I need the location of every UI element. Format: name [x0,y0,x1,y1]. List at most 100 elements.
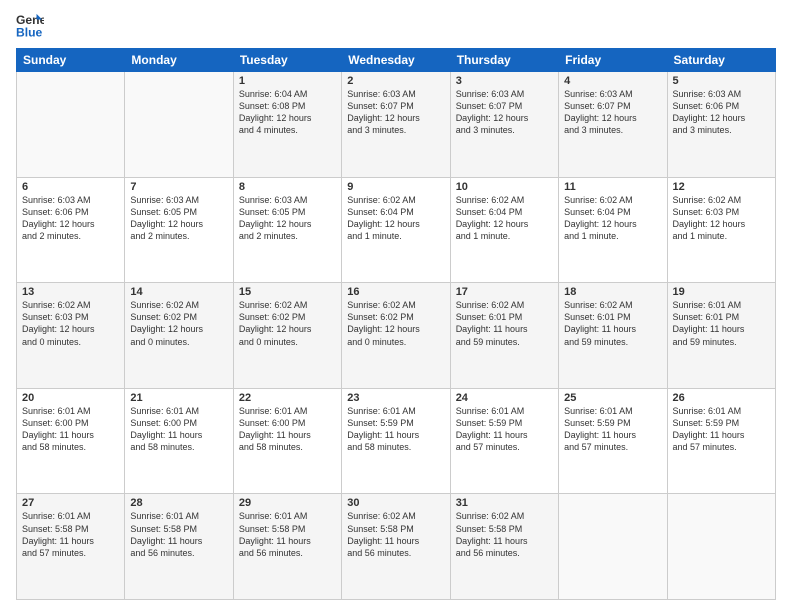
day-number: 23 [347,392,444,404]
weekday-header-sunday: Sunday [17,49,125,72]
day-number: 31 [456,497,553,509]
day-info: Sunrise: 6:01 AM Sunset: 6:00 PM Dayligh… [130,405,227,454]
day-number: 21 [130,392,227,404]
day-number: 22 [239,392,336,404]
day-number: 24 [456,392,553,404]
calendar-cell: 2Sunrise: 6:03 AM Sunset: 6:07 PM Daylig… [342,72,450,178]
day-number: 18 [564,286,661,298]
calendar-cell: 8Sunrise: 6:03 AM Sunset: 6:05 PM Daylig… [233,177,341,283]
day-number: 17 [456,286,553,298]
calendar-cell: 3Sunrise: 6:03 AM Sunset: 6:07 PM Daylig… [450,72,558,178]
calendar-week-1: 1Sunrise: 6:04 AM Sunset: 6:08 PM Daylig… [17,72,776,178]
day-info: Sunrise: 6:01 AM Sunset: 5:59 PM Dayligh… [673,405,770,454]
calendar-cell: 29Sunrise: 6:01 AM Sunset: 5:58 PM Dayli… [233,494,341,600]
day-number: 2 [347,75,444,87]
day-info: Sunrise: 6:03 AM Sunset: 6:05 PM Dayligh… [130,194,227,243]
calendar-cell [559,494,667,600]
day-number: 8 [239,181,336,193]
calendar-cell: 12Sunrise: 6:02 AM Sunset: 6:03 PM Dayli… [667,177,775,283]
calendar-cell: 22Sunrise: 6:01 AM Sunset: 6:00 PM Dayli… [233,388,341,494]
day-info: Sunrise: 6:02 AM Sunset: 6:02 PM Dayligh… [239,299,336,348]
day-info: Sunrise: 6:01 AM Sunset: 5:59 PM Dayligh… [347,405,444,454]
day-info: Sunrise: 6:02 AM Sunset: 6:04 PM Dayligh… [564,194,661,243]
calendar-body: 1Sunrise: 6:04 AM Sunset: 6:08 PM Daylig… [17,72,776,600]
calendar-cell: 13Sunrise: 6:02 AM Sunset: 6:03 PM Dayli… [17,283,125,389]
calendar-cell: 21Sunrise: 6:01 AM Sunset: 6:00 PM Dayli… [125,388,233,494]
calendar-cell: 25Sunrise: 6:01 AM Sunset: 5:59 PM Dayli… [559,388,667,494]
calendar-week-4: 20Sunrise: 6:01 AM Sunset: 6:00 PM Dayli… [17,388,776,494]
day-info: Sunrise: 6:01 AM Sunset: 6:00 PM Dayligh… [22,405,119,454]
day-info: Sunrise: 6:03 AM Sunset: 6:05 PM Dayligh… [239,194,336,243]
calendar-cell: 11Sunrise: 6:02 AM Sunset: 6:04 PM Dayli… [559,177,667,283]
calendar-header-row: SundayMondayTuesdayWednesdayThursdayFrid… [17,49,776,72]
day-info: Sunrise: 6:04 AM Sunset: 6:08 PM Dayligh… [239,88,336,137]
day-info: Sunrise: 6:02 AM Sunset: 6:01 PM Dayligh… [456,299,553,348]
day-info: Sunrise: 6:02 AM Sunset: 5:58 PM Dayligh… [347,510,444,559]
day-info: Sunrise: 6:01 AM Sunset: 5:58 PM Dayligh… [130,510,227,559]
day-number: 7 [130,181,227,193]
calendar-cell: 16Sunrise: 6:02 AM Sunset: 6:02 PM Dayli… [342,283,450,389]
day-info: Sunrise: 6:02 AM Sunset: 6:03 PM Dayligh… [673,194,770,243]
day-number: 6 [22,181,119,193]
day-info: Sunrise: 6:02 AM Sunset: 6:03 PM Dayligh… [22,299,119,348]
day-number: 16 [347,286,444,298]
day-info: Sunrise: 6:02 AM Sunset: 6:02 PM Dayligh… [130,299,227,348]
weekday-header-saturday: Saturday [667,49,775,72]
calendar-cell: 20Sunrise: 6:01 AM Sunset: 6:00 PM Dayli… [17,388,125,494]
day-info: Sunrise: 6:01 AM Sunset: 5:59 PM Dayligh… [456,405,553,454]
weekday-header-monday: Monday [125,49,233,72]
day-info: Sunrise: 6:01 AM Sunset: 5:58 PM Dayligh… [239,510,336,559]
calendar-cell: 1Sunrise: 6:04 AM Sunset: 6:08 PM Daylig… [233,72,341,178]
day-info: Sunrise: 6:01 AM Sunset: 6:00 PM Dayligh… [239,405,336,454]
calendar-cell: 27Sunrise: 6:01 AM Sunset: 5:58 PM Dayli… [17,494,125,600]
calendar-cell: 31Sunrise: 6:02 AM Sunset: 5:58 PM Dayli… [450,494,558,600]
day-info: Sunrise: 6:03 AM Sunset: 6:06 PM Dayligh… [22,194,119,243]
calendar-cell: 15Sunrise: 6:02 AM Sunset: 6:02 PM Dayli… [233,283,341,389]
svg-text:Blue: Blue [16,25,43,39]
day-number: 3 [456,75,553,87]
day-number: 4 [564,75,661,87]
day-info: Sunrise: 6:02 AM Sunset: 6:02 PM Dayligh… [347,299,444,348]
day-info: Sunrise: 6:03 AM Sunset: 6:07 PM Dayligh… [456,88,553,137]
calendar-cell: 17Sunrise: 6:02 AM Sunset: 6:01 PM Dayli… [450,283,558,389]
day-number: 30 [347,497,444,509]
day-number: 11 [564,181,661,193]
calendar-week-2: 6Sunrise: 6:03 AM Sunset: 6:06 PM Daylig… [17,177,776,283]
calendar-cell: 19Sunrise: 6:01 AM Sunset: 6:01 PM Dayli… [667,283,775,389]
calendar-cell: 30Sunrise: 6:02 AM Sunset: 5:58 PM Dayli… [342,494,450,600]
day-number: 25 [564,392,661,404]
calendar-cell: 6Sunrise: 6:03 AM Sunset: 6:06 PM Daylig… [17,177,125,283]
day-info: Sunrise: 6:02 AM Sunset: 6:01 PM Dayligh… [564,299,661,348]
day-info: Sunrise: 6:01 AM Sunset: 5:58 PM Dayligh… [22,510,119,559]
day-number: 19 [673,286,770,298]
calendar-cell: 18Sunrise: 6:02 AM Sunset: 6:01 PM Dayli… [559,283,667,389]
calendar-cell: 9Sunrise: 6:02 AM Sunset: 6:04 PM Daylig… [342,177,450,283]
day-number: 10 [456,181,553,193]
logo-icon: General Blue [16,12,44,40]
day-info: Sunrise: 6:03 AM Sunset: 6:07 PM Dayligh… [564,88,661,137]
day-number: 1 [239,75,336,87]
calendar-table: SundayMondayTuesdayWednesdayThursdayFrid… [16,48,776,600]
calendar-cell: 5Sunrise: 6:03 AM Sunset: 6:06 PM Daylig… [667,72,775,178]
calendar-cell: 7Sunrise: 6:03 AM Sunset: 6:05 PM Daylig… [125,177,233,283]
calendar-cell [17,72,125,178]
calendar-cell [125,72,233,178]
day-info: Sunrise: 6:02 AM Sunset: 6:04 PM Dayligh… [347,194,444,243]
day-info: Sunrise: 6:03 AM Sunset: 6:07 PM Dayligh… [347,88,444,137]
day-number: 27 [22,497,119,509]
calendar-cell: 14Sunrise: 6:02 AM Sunset: 6:02 PM Dayli… [125,283,233,389]
weekday-header-wednesday: Wednesday [342,49,450,72]
calendar-cell: 23Sunrise: 6:01 AM Sunset: 5:59 PM Dayli… [342,388,450,494]
day-info: Sunrise: 6:01 AM Sunset: 5:59 PM Dayligh… [564,405,661,454]
calendar-cell: 28Sunrise: 6:01 AM Sunset: 5:58 PM Dayli… [125,494,233,600]
weekday-header-tuesday: Tuesday [233,49,341,72]
calendar-cell [667,494,775,600]
weekday-header-thursday: Thursday [450,49,558,72]
day-info: Sunrise: 6:02 AM Sunset: 6:04 PM Dayligh… [456,194,553,243]
day-number: 28 [130,497,227,509]
day-info: Sunrise: 6:01 AM Sunset: 6:01 PM Dayligh… [673,299,770,348]
day-info: Sunrise: 6:02 AM Sunset: 5:58 PM Dayligh… [456,510,553,559]
day-number: 9 [347,181,444,193]
calendar-cell: 10Sunrise: 6:02 AM Sunset: 6:04 PM Dayli… [450,177,558,283]
day-number: 5 [673,75,770,87]
